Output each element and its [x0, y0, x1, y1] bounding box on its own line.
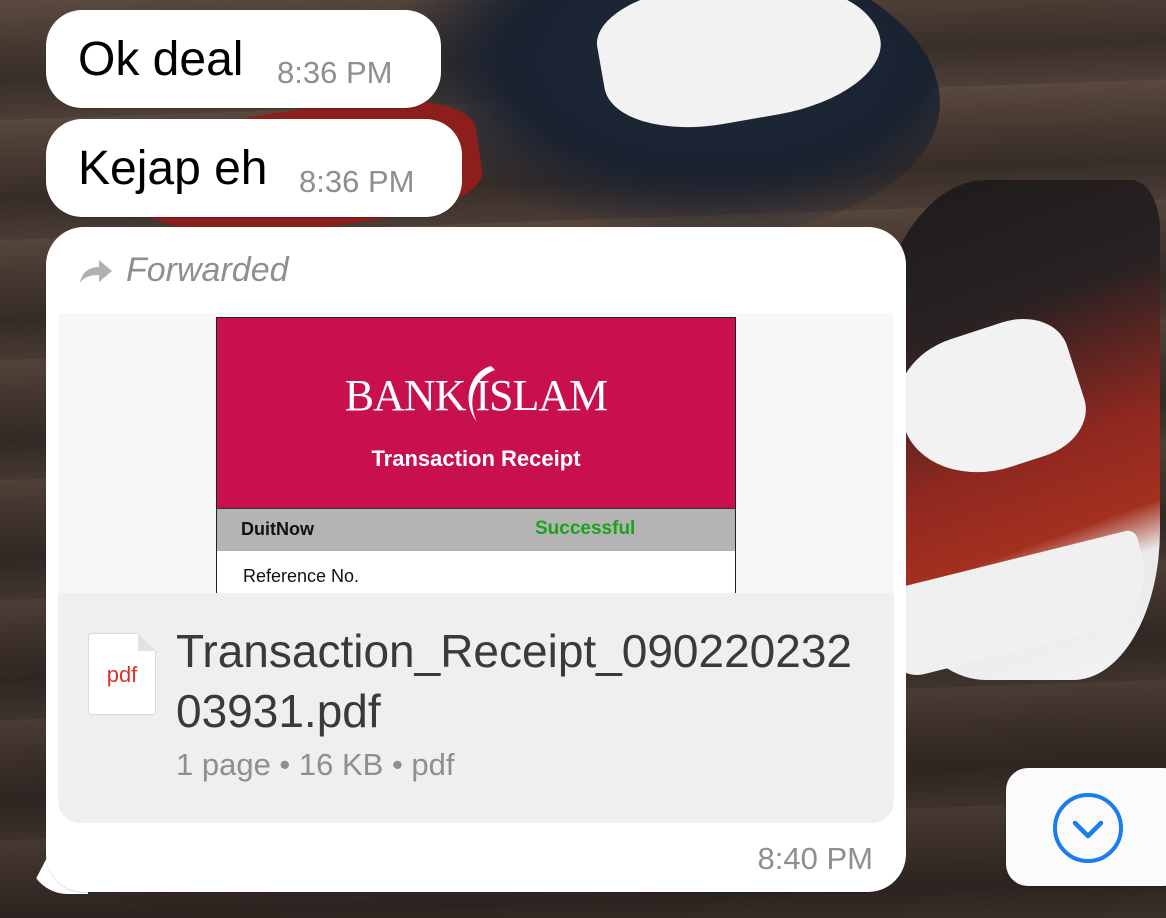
- scroll-to-bottom-button[interactable]: [1006, 768, 1166, 886]
- receipt-header: BANK ISLAM Transaction Receipt: [217, 318, 735, 508]
- receipt-title: Transaction Receipt: [371, 446, 581, 471]
- chevron-down-icon: [1053, 793, 1123, 863]
- receipt-status-band: DuitNow Successful: [217, 508, 735, 551]
- payment-method: DuitNow: [241, 519, 314, 539]
- document-preview[interactable]: BANK ISLAM Transaction Receipt DuitNow S…: [58, 313, 894, 593]
- document-message-bubble[interactable]: Forwarded BANK ISLAM Transaction Receipt…: [46, 227, 906, 892]
- message-time: 8:40 PM: [757, 841, 873, 876]
- message-text: Ok deal: [78, 33, 244, 86]
- forwarded-label: Forwarded: [126, 251, 289, 289]
- message-time: 8:36 PM: [277, 55, 393, 90]
- file-name: Transaction_Receipt_09022023203931.pdf: [176, 625, 853, 737]
- message-text: Kejap eh: [78, 142, 268, 195]
- file-icon-label: pdf: [106, 662, 138, 687]
- message-time: 8:36 PM: [299, 164, 415, 199]
- forward-arrow-icon: [80, 259, 112, 283]
- bank-logo-swoosh-icon: [468, 366, 495, 422]
- payment-status: Successful: [535, 518, 636, 539]
- message-bubble[interactable]: Kejap eh 8:36 PM: [46, 119, 462, 217]
- pdf-file-icon: pdf: [88, 633, 156, 715]
- message-bubble[interactable]: Ok deal 8:36 PM: [46, 10, 441, 108]
- reference-label: Reference No.: [243, 566, 360, 586]
- forwarded-indicator: Forwarded: [78, 251, 289, 290]
- receipt-preview: BANK ISLAM Transaction Receipt DuitNow S…: [216, 317, 736, 593]
- file-meta: 1 page • 16 KB • pdf: [176, 747, 455, 782]
- file-attachment[interactable]: pdf Transaction_Receipt_09022023203931.p…: [58, 593, 894, 823]
